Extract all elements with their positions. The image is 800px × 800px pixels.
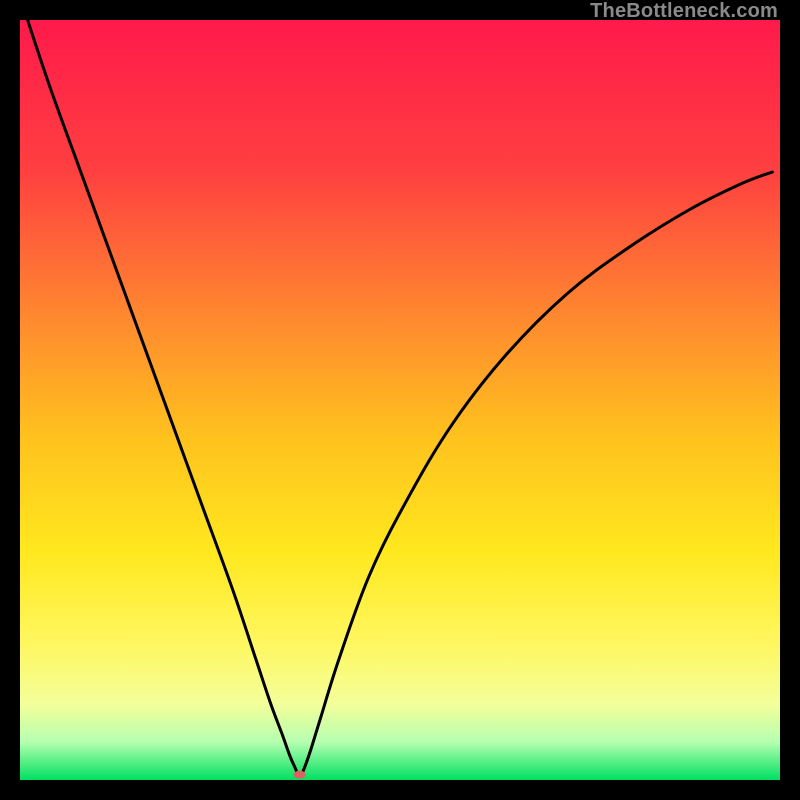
chart-svg — [20, 20, 780, 780]
watermark-text: TheBottleneck.com — [590, 0, 778, 23]
markers-group — [294, 771, 306, 779]
chart-background — [20, 20, 780, 780]
min-marker — [294, 771, 306, 779]
chart-frame — [20, 20, 780, 780]
